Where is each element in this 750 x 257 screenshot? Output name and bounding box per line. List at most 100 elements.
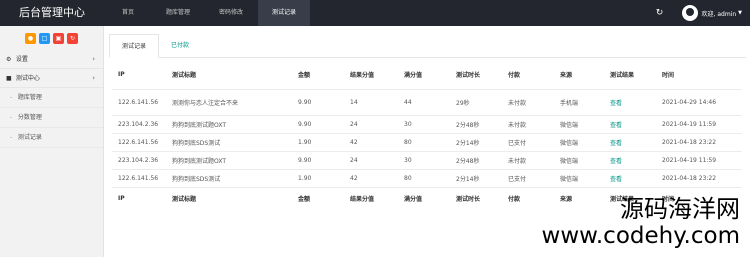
col-title: 测试标题 (172, 72, 197, 80)
cell-ip: 223.104.2.36 (112, 114, 166, 133)
refresh-icon[interactable]: ↻ (654, 7, 666, 19)
view-link[interactable]: 查看 (604, 150, 656, 169)
table-row: 122.6.141.56 测测你与恋人注定合不来 9.90 14 44 29秒 … (112, 88, 742, 115)
watermark-title: 源码海洋网 (620, 195, 740, 223)
chevron-right-icon: › (92, 74, 95, 82)
sidebar-subitem-label: 分数管理 (17, 114, 42, 121)
sidebar-item-test-center[interactable]: ■ 测试中心 › (0, 69, 103, 88)
col-amount: 金额 (298, 72, 311, 80)
cell-full-score: 80 (398, 132, 450, 151)
sidebar-subitem-scores[interactable]: - 分数管理 (0, 108, 103, 128)
cell-title: 狗狗到底SDS测试 (166, 132, 292, 151)
cell-source: 微信端 (554, 114, 604, 133)
sidebar-subitem-test-records[interactable]: - 测试记录 (0, 128, 103, 148)
cell-title: 测测你与恋人注定合不来 (166, 88, 292, 115)
cell-amount: 1.90 (292, 132, 344, 151)
cell-title: 狗狗到底测试题OXT (166, 150, 292, 169)
cell-amount: 9.90 (292, 88, 344, 115)
cell-source: 手机端 (554, 88, 604, 115)
document-icon[interactable]: □ (39, 32, 50, 44)
cell-duration: 2分14秒 (450, 132, 502, 151)
col-duration: 测试时长 (456, 72, 481, 80)
cell-full-score: 30 (398, 150, 450, 169)
table-row: 122.6.141.56 狗狗到底SDS测试 1.90 42 80 2分14秒 … (112, 132, 742, 151)
nav-test-records[interactable]: 测试记录 (258, 0, 310, 26)
dash-icon: - (10, 114, 13, 121)
cell-payment: 已支付 (502, 168, 554, 187)
table-row: 122.6.141.56 狗狗到底SDS测试 1.90 42 80 2分14秒 … (112, 168, 742, 187)
refresh-icon[interactable]: ↻ (67, 32, 78, 44)
cell-duration: 29秒 (450, 88, 502, 115)
sidebar: ● □ ▣ ↻ ⚙ 设置 › ■ 测试中心 › - 题库管理 - 分数管理 - … (0, 26, 104, 257)
cell-title: 狗狗到底SDS测试 (166, 168, 292, 187)
cell-duration: 2分48秒 (450, 114, 502, 133)
cell-score: 24 (344, 150, 398, 169)
top-right: ↻ 欢迎, admin ▼ (654, 0, 750, 26)
col-time: 时间 (662, 72, 675, 80)
sidebar-subitem-label: 测试记录 (17, 134, 42, 141)
tab-test-records[interactable]: 测试记录 (109, 34, 160, 58)
col-source: 来源 (560, 72, 573, 80)
cell-payment: 未付款 (502, 88, 554, 115)
col-ip: IP (118, 71, 125, 79)
cell-amount: 1.90 (292, 168, 344, 187)
col-full-score: 满分值 (398, 186, 450, 209)
cell-score: 42 (344, 168, 398, 187)
brand-title: 后台管理中心 (19, 6, 85, 19)
watermark-url: www.codehy.com (541, 223, 740, 249)
cell-full-score: 44 (398, 88, 450, 115)
cell-score: 24 (344, 114, 398, 133)
top-bar: 后台管理中心 首页 题库管理 密码修改 测试记录 ↻ 欢迎, admin ▼ (0, 0, 750, 26)
table-row: 223.104.2.36 狗狗到底测试题OXT 9.90 24 30 2分48秒… (112, 150, 742, 169)
quick-buttons: ● □ ▣ ↻ (0, 26, 103, 50)
table-row: 223.104.2.36 狗狗到底测试题OXT 9.90 24 30 2分48秒… (112, 114, 742, 133)
col-score: 结果分值 (344, 186, 398, 209)
sidebar-subitem-label: 题库管理 (17, 94, 42, 101)
col-duration: 测试时长 (450, 186, 502, 209)
nav-password[interactable]: 密码修改 (204, 0, 258, 26)
nav-question-bank[interactable]: 题库管理 (152, 0, 204, 26)
cell-time: 2021-04-19 11:59 (656, 114, 742, 133)
copy-icon[interactable]: ▣ (53, 32, 64, 44)
cell-full-score: 30 (398, 114, 450, 133)
gears-icon: ⚙ (6, 56, 12, 63)
avatar-icon[interactable] (681, 5, 698, 21)
col-title: 测试标题 (166, 186, 292, 209)
cell-payment: 已支付 (502, 132, 554, 151)
nav-home[interactable]: 首页 (104, 0, 152, 26)
cell-ip: 122.6.141.56 (112, 132, 166, 151)
cell-time: 2021-04-29 14:46 (656, 88, 742, 115)
cell-source: 微信端 (554, 150, 604, 169)
sidebar-item-label: 测试中心 (15, 75, 40, 82)
tab-paid[interactable]: 已付款 (159, 34, 201, 58)
dash-icon: - (10, 134, 13, 141)
sidebar-item-settings[interactable]: ⚙ 设置 › (0, 50, 103, 69)
tab-bar: 测试记录 已付款 (109, 34, 746, 58)
view-link[interactable]: 查看 (604, 114, 656, 133)
user-icon[interactable]: ● (25, 32, 36, 44)
user-name[interactable]: 欢迎, admin (702, 9, 737, 18)
cell-payment: 未付款 (502, 150, 554, 169)
cell-amount: 9.90 (292, 150, 344, 169)
cell-ip: 122.6.141.56 (112, 168, 166, 187)
cell-duration: 2分48秒 (450, 150, 502, 169)
cell-source: 微信端 (554, 132, 604, 151)
sidebar-item-label: 设置 (15, 56, 28, 63)
col-ip: IP (112, 186, 166, 209)
records-table: IP 测试标题 金额 结果分值 满分值 测试时长 付款 来源 测试结果 时间 1… (112, 61, 742, 209)
view-link[interactable]: 查看 (604, 132, 656, 151)
cell-duration: 2分14秒 (450, 168, 502, 187)
cell-ip: 122.6.141.56 (112, 88, 166, 115)
chevron-right-icon: › (92, 55, 95, 63)
cell-time: 2021-04-18 23:22 (656, 168, 742, 187)
sidebar-subitem-question-bank[interactable]: - 题库管理 (0, 88, 103, 108)
view-link[interactable]: 查看 (604, 88, 656, 115)
cell-ip: 223.104.2.36 (112, 150, 166, 169)
cell-time: 2021-04-19 11:59 (656, 150, 742, 169)
top-nav: 首页 题库管理 密码修改 测试记录 (104, 0, 310, 26)
view-link[interactable]: 查看 (604, 168, 656, 187)
cell-full-score: 80 (398, 168, 450, 187)
cell-source: 微信端 (554, 168, 604, 187)
chevron-down-icon[interactable]: ▼ (738, 10, 742, 16)
cell-amount: 9.90 (292, 114, 344, 133)
